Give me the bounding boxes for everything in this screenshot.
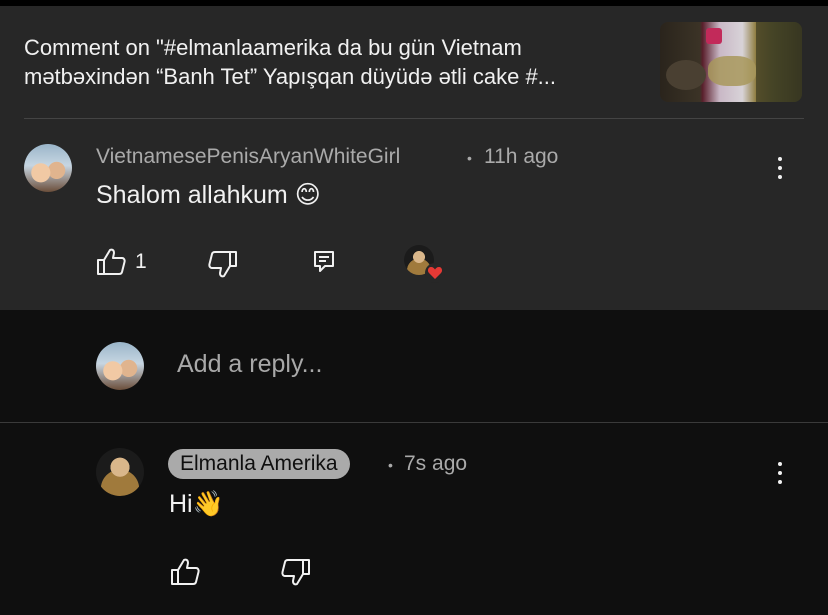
- video-thumbnail[interactable]: [660, 22, 802, 102]
- comment-author[interactable]: VietnamesePenisAryanWhiteGirl: [96, 145, 400, 169]
- reply-time: 7s ago: [404, 452, 468, 475]
- divider: [24, 118, 804, 119]
- comment-context-title[interactable]: Comment on "#elmanlaamerika da bu gün Vi…: [24, 33, 644, 91]
- reply-more-icon[interactable]: [770, 459, 790, 487]
- separator-dot: •: [467, 150, 472, 166]
- comment-time: 11h ago: [484, 145, 559, 168]
- commenter-avatar[interactable]: [24, 144, 72, 192]
- reply-author-avatar[interactable]: [96, 448, 144, 496]
- reply-text: Hi👋: [169, 490, 224, 518]
- comment-text: Shalom allahkum 😊: [96, 181, 321, 209]
- thumbs-down-icon[interactable]: [208, 250, 238, 278]
- my-avatar: [96, 342, 144, 390]
- reply-input[interactable]: Add a reply...: [177, 350, 322, 379]
- heart-icon: [425, 263, 445, 283]
- thumbs-up-icon[interactable]: [96, 248, 126, 276]
- reply-thumbs-down-icon[interactable]: [281, 558, 311, 586]
- separator-dot: •: [388, 457, 393, 473]
- divider: [0, 422, 828, 423]
- reply-thumbs-up-icon[interactable]: [170, 558, 200, 586]
- like-count: 1: [135, 250, 147, 273]
- comment-more-icon[interactable]: [770, 154, 790, 182]
- reply-icon[interactable]: [313, 250, 335, 274]
- reply-author-badge[interactable]: Elmanla Amerika: [168, 449, 350, 479]
